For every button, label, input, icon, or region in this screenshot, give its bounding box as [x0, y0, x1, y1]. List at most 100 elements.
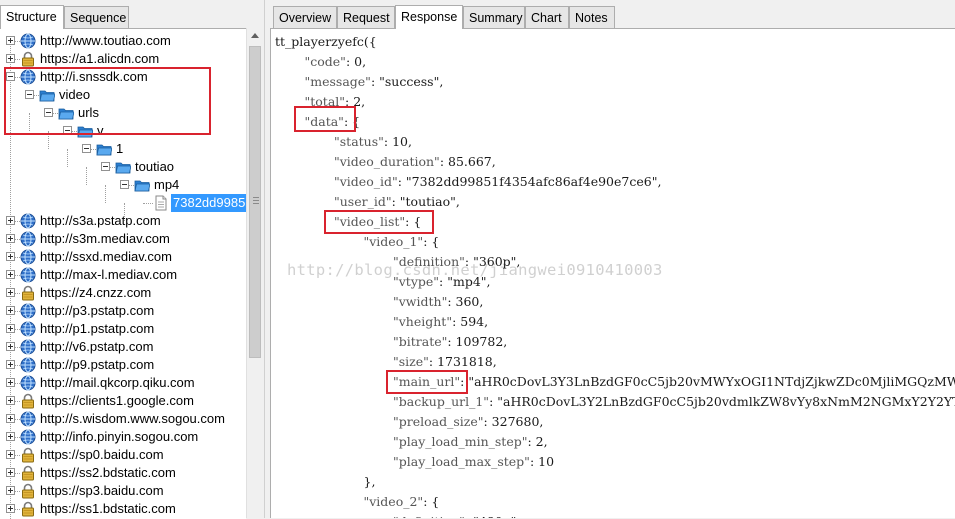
tree-node[interactable]: http://s3m.mediav.com — [0, 230, 246, 248]
globe-icon — [20, 249, 36, 265]
collapse-minus-icon[interactable] — [25, 90, 34, 99]
expand-plus-icon[interactable] — [6, 288, 15, 297]
code-line: "video_2": { — [364, 492, 440, 512]
json-value: : 327680, — [483, 414, 544, 429]
tree-node-label: http://info.pinyin.sogou.com — [40, 429, 199, 444]
scroll-thumb[interactable] — [249, 46, 261, 358]
expand-plus-icon[interactable] — [6, 54, 15, 63]
tree-node[interactable]: video — [0, 86, 246, 104]
structure-panel: Structure Sequence http://www.toutiao.com… — [0, 0, 264, 519]
tree-node[interactable]: http://max-l.mediav.com — [0, 266, 246, 284]
expand-plus-icon[interactable] — [6, 468, 15, 477]
tree-node[interactable]: https://a1.alicdn.com — [0, 50, 246, 68]
expand-plus-icon[interactable] — [6, 486, 15, 495]
expand-plus-icon[interactable] — [6, 234, 15, 243]
tree-node[interactable]: http://www.toutiao.com — [0, 32, 246, 50]
expand-plus-icon[interactable] — [6, 252, 15, 261]
json-value: : 0, — [345, 54, 367, 69]
expand-plus-icon[interactable] — [6, 504, 15, 513]
tree-node[interactable]: https://sp0.baidu.com — [0, 446, 246, 464]
tree-node[interactable]: http://mail.qkcorp.qiku.com — [0, 374, 246, 392]
expand-plus-icon[interactable] — [6, 216, 15, 225]
tree-node-label: http://p9.pstatp.com — [40, 357, 155, 372]
tab-response[interactable]: Response — [395, 5, 463, 29]
expand-plus-icon[interactable] — [6, 396, 15, 405]
code-line: "backup_url_1": "aHR0cDovL3Y2LnBzdGF0cC5… — [393, 392, 955, 412]
tree-node[interactable]: 1 — [0, 140, 246, 158]
expand-plus-icon[interactable] — [6, 36, 15, 45]
tab-structure[interactable]: Structure — [0, 5, 64, 29]
code-line: "video_1": { — [364, 232, 440, 252]
collapse-minus-icon[interactable] — [6, 72, 15, 81]
tab-overview[interactable]: Overview — [273, 6, 337, 28]
scroll-up-arrow-icon[interactable] — [251, 33, 259, 38]
tree-node[interactable]: http://p3.pstatp.com — [0, 302, 246, 320]
tree-node[interactable]: urls — [0, 104, 246, 122]
expand-plus-icon[interactable] — [6, 450, 15, 459]
json-key: "video_2" — [363, 494, 424, 509]
code-line: "preload_size": 327680, — [393, 412, 543, 432]
tree-node[interactable]: https://clients1.google.com — [0, 392, 246, 410]
file-icon — [153, 195, 169, 211]
tree-node[interactable]: http://i.snssdk.com — [0, 68, 246, 86]
expand-plus-icon[interactable] — [6, 414, 15, 423]
json-key: "total" — [304, 94, 346, 109]
tree-node[interactable]: http://info.pinyin.sogou.com — [0, 428, 246, 446]
folder-icon — [115, 159, 132, 175]
expand-plus-icon[interactable] — [6, 360, 15, 369]
tree-scrollbar[interactable] — [246, 28, 264, 518]
json-value: : { — [423, 494, 440, 509]
json-value: : 85.667, — [439, 154, 496, 169]
collapse-minus-icon[interactable] — [101, 162, 110, 171]
tree-node[interactable]: https://z4.cnzz.com — [0, 284, 246, 302]
expand-plus-icon[interactable] — [6, 378, 15, 387]
tree-node-label: http://i.snssdk.com — [40, 69, 148, 84]
expand-plus-icon[interactable] — [6, 342, 15, 351]
json-value: : "480p", — [465, 514, 521, 518]
tab-summary[interactable]: Summary — [463, 6, 525, 28]
tab-chart[interactable]: Chart — [525, 6, 569, 28]
tree-node[interactable]: http://v6.pstatp.com — [0, 338, 246, 356]
tab-sequence[interactable]: Sequence — [64, 6, 129, 28]
tree-node[interactable]: v — [0, 122, 246, 140]
expand-plus-icon[interactable] — [6, 306, 15, 315]
json-value: : "success", — [370, 74, 444, 89]
tree-node-label: https://ss2.bdstatic.com — [40, 465, 176, 480]
json-value: : 360, — [447, 294, 484, 309]
tree-node[interactable]: https://ss2.bdstatic.com — [0, 464, 246, 482]
json-key: "main_url" — [393, 374, 461, 389]
code-line: "data": { — [305, 112, 361, 132]
collapse-minus-icon[interactable] — [44, 108, 53, 117]
expand-plus-icon[interactable] — [6, 270, 15, 279]
tree-node-label: https://sp0.baidu.com — [40, 447, 164, 462]
collapse-minus-icon[interactable] — [63, 126, 72, 135]
tree-node-label: http://s.wisdom.www.sogou.com — [40, 411, 225, 426]
tree-node[interactable]: https://ss1.bdstatic.com — [0, 500, 246, 518]
json-value: : 2, — [345, 94, 366, 109]
right-tab-bar: Overview Request Response Summary Chart Notes — [270, 0, 955, 29]
host-tree: http://www.toutiao.com https://a1.alicdn.… — [0, 28, 246, 519]
tree-node[interactable]: http://ssxd.mediav.com — [0, 248, 246, 266]
json-key: "definition" — [393, 254, 465, 269]
tree-node[interactable]: mp4 — [0, 176, 246, 194]
expand-plus-icon[interactable] — [6, 432, 15, 441]
code-line: "video_duration": 85.667, — [334, 152, 496, 172]
collapse-minus-icon[interactable] — [82, 144, 91, 153]
tree-node[interactable]: http://s.wisdom.www.sogou.com — [0, 410, 246, 428]
tree-node[interactable]: https://sp3.baidu.com — [0, 482, 246, 500]
json-value: : 10 — [529, 454, 555, 469]
collapse-minus-icon[interactable] — [120, 180, 129, 189]
tree-node[interactable]: toutiao — [0, 158, 246, 176]
json-value: : 109782, — [447, 334, 508, 349]
tree-node[interactable]: 7382dd9985 — [0, 194, 246, 212]
tab-notes[interactable]: Notes — [569, 6, 615, 28]
json-key: "video_1" — [363, 234, 424, 249]
folder-icon — [134, 177, 151, 193]
tab-request[interactable]: Request — [337, 6, 395, 28]
expand-plus-icon[interactable] — [6, 324, 15, 333]
tree-node[interactable]: http://p1.pstatp.com — [0, 320, 246, 338]
tree-node-label: https://clients1.google.com — [40, 393, 194, 408]
tree-node[interactable]: http://p9.pstatp.com — [0, 356, 246, 374]
tree-node[interactable]: http://s3a.pstatp.com — [0, 212, 246, 230]
tree-node-label: http://mail.qkcorp.qiku.com — [40, 375, 195, 390]
